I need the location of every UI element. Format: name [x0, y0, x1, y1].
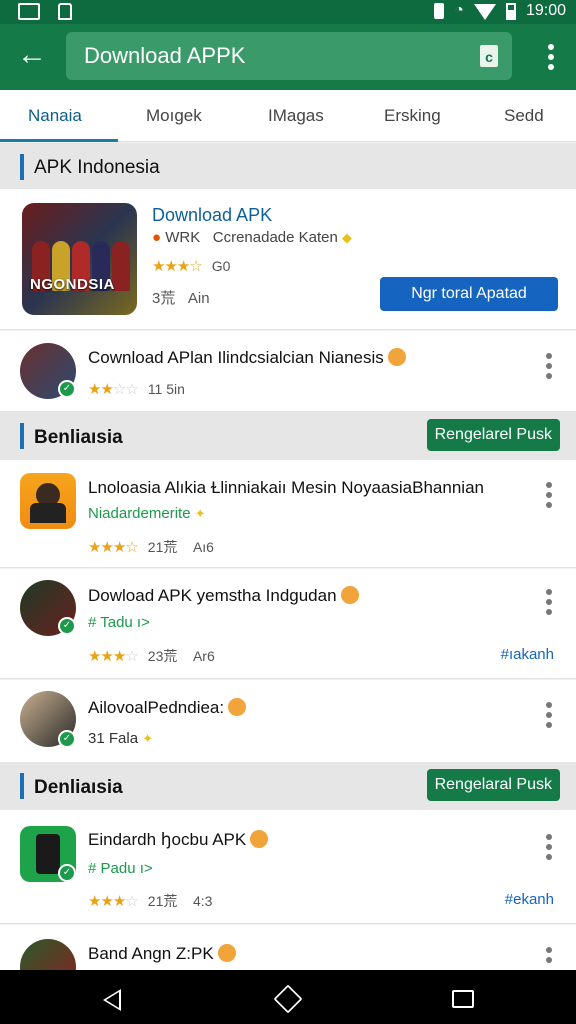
section-header: Denliaısia Rengelaral Pusk [0, 762, 576, 810]
app-title: Cownload APlan Ilindcsialcian Nianesis [88, 348, 406, 368]
emoji-icon [250, 830, 269, 848]
app-rating: ★★☆☆ 11 5in [88, 381, 185, 398]
app-developer: 31 Fala ✦ [88, 730, 154, 747]
alarm-icon: ◔ [454, 2, 464, 19]
verified-check-icon: ✓ [58, 617, 76, 635]
section-action-button[interactable]: Rengelarel Pusk [426, 419, 560, 451]
verified-check-icon: ✓ [58, 864, 76, 882]
section-header: APK Indonesia [0, 143, 576, 189]
section-header: Benliaısia Rengelarel Pusk [0, 412, 576, 460]
system-nav-bar [0, 970, 576, 1024]
nav-home-icon[interactable] [273, 984, 303, 1014]
app-list-item[interactable]: ✓ Cownload APlan Ilindcsialcian Nianesis… [0, 331, 576, 412]
more-options-icon[interactable] [546, 482, 552, 512]
battery-icon [505, 2, 516, 20]
status-bar: ◔ 19:00 [0, 0, 576, 24]
app-rating: ★★★☆ 21荒 4:3 [88, 893, 213, 910]
app-title: Band Angn Z:PK [88, 944, 236, 964]
tab-2[interactable]: IMagas [268, 106, 324, 126]
app-title: Eindardh ꜧocbu APK [88, 830, 269, 850]
more-options-icon[interactable] [546, 947, 552, 967]
tab-3[interactable]: Ersking [384, 106, 441, 126]
app-list-item[interactable]: Band Angn Z:PK [0, 925, 576, 970]
more-options-icon[interactable] [546, 589, 552, 619]
vibrate-icon [434, 3, 445, 19]
nav-recents-icon[interactable] [452, 990, 474, 1008]
wifi-icon [473, 4, 496, 20]
nav-back-icon[interactable] [103, 989, 121, 1011]
app-bar: ← Download APPK c [0, 24, 576, 90]
section-title: Denliaısia [34, 777, 123, 798]
app-list-item[interactable]: ✓ AilovoalPedndiea: 31 Fala ✦ [0, 680, 576, 766]
app-icon [20, 473, 76, 529]
active-tab-indicator [0, 139, 118, 142]
app-list-item[interactable]: ✓ Eindardh ꜧocbu APK # Padu ı> ★★★☆ 21荒 4… [0, 810, 576, 924]
emoji-icon [228, 698, 247, 716]
section-title: Benliaısia [34, 427, 123, 448]
tab-1[interactable]: Moıgek [146, 106, 202, 126]
app-list-item[interactable]: ✓ Dowload APK yemstha Indgudan # Tadu ı>… [0, 569, 576, 679]
featured-title[interactable]: Download APK [152, 205, 272, 226]
emoji-icon [340, 586, 359, 604]
emoji-icon [387, 348, 406, 366]
overflow-menu-icon[interactable] [546, 44, 556, 72]
store-bag-icon[interactable]: c [480, 45, 498, 67]
status-time: 19:00 [525, 2, 566, 19]
app-developer: # Tadu ı> [88, 614, 150, 631]
app-title: AilovoalPedndiea: [88, 698, 247, 718]
section-title: APK Indonesia [34, 157, 160, 178]
app-title: Lnoloasia Alıkia Ɫlinniakaiı Mesin Noyaa… [88, 478, 484, 497]
banner-text: NGONDSIA [30, 276, 115, 293]
section-action-button[interactable]: Rengelaral Pusk [426, 769, 560, 801]
app-rating: ★★★☆ 23荒 Ar6 [88, 648, 215, 665]
emoji-icon [217, 944, 236, 962]
app-developer: # Padu ı> [88, 860, 153, 877]
bag-icon [58, 3, 72, 20]
featured-badge: WRK [165, 229, 201, 246]
more-options-icon[interactable] [546, 353, 552, 383]
app-rating: ★★★☆ 21荒 Aı6 [88, 539, 214, 556]
tab-0[interactable]: Nanaia [28, 106, 82, 126]
verified-check-icon: ✓ [58, 380, 76, 398]
app-developer: Niadardemerite ✦ [88, 505, 206, 522]
featured-banner-image[interactable]: NGONDSIA [22, 203, 137, 315]
featured-size: 3荒 Ain [152, 290, 210, 307]
tab-4[interactable]: Sedd [504, 106, 544, 126]
image-icon [18, 3, 40, 20]
featured-rating: ★★★☆ G0 [152, 258, 231, 275]
featured-subtitle: ● WRK Ccrenadade Katen ◆ [152, 229, 353, 246]
featured-app-card[interactable]: NGONDSIA Download APK ● WRK Ccrenadade K… [0, 189, 576, 330]
search-query[interactable]: Download APPK [84, 43, 245, 69]
app-icon [20, 939, 76, 970]
install-button[interactable]: Ngr toral Apatad [380, 277, 558, 311]
verified-check-icon: ✓ [58, 730, 76, 748]
more-options-icon[interactable] [546, 834, 552, 864]
tab-bar: Nanaia Moıgek IMagas Ersking Sedd [0, 90, 576, 142]
more-options-icon[interactable] [546, 702, 552, 732]
app-list-item[interactable]: Lnoloasia Alıkia Ɫlinniakaiı Mesin Noyaa… [0, 460, 576, 568]
featured-developer: Ccrenadade Katen [212, 229, 338, 246]
app-tag[interactable]: #ekanh [505, 891, 554, 908]
app-title: Dowload APK yemstha Indgudan [88, 586, 359, 606]
app-tag[interactable]: #ıakanh [501, 646, 554, 663]
back-arrow-icon[interactable]: ← [14, 40, 50, 72]
search-field[interactable]: Download APPK c [66, 32, 512, 80]
